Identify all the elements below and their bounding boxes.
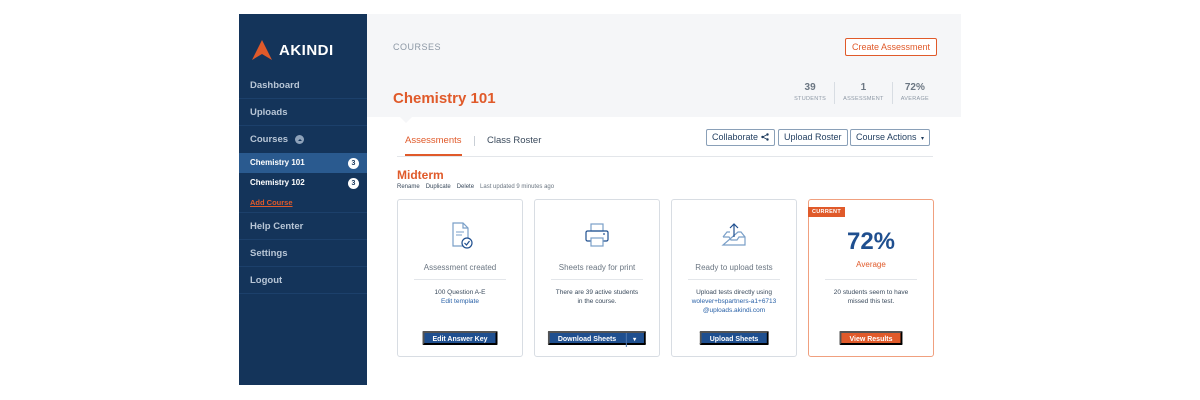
assessment-title: Midterm — [397, 168, 444, 182]
card-line: in the course. — [577, 298, 617, 305]
assessment-links: Rename Duplicate Delete Last updated 9 m… — [397, 184, 554, 190]
sidebar: AKINDI Dashboard Uploads Courses Chemist… — [239, 14, 367, 385]
card-text: 20 students seem to have missed this tes… — [817, 288, 925, 306]
sidebar-item-logout[interactable]: Logout — [239, 267, 367, 294]
duplicate-link[interactable]: Duplicate — [426, 184, 451, 190]
create-assessment-button[interactable]: Create Assessment — [844, 38, 937, 56]
header-notch — [400, 117, 412, 123]
sidebar-courses-label: Courses — [250, 134, 289, 145]
collaborate-label: Collaborate — [712, 132, 759, 142]
chevron-up-icon[interactable] — [295, 135, 305, 144]
tab-assessments[interactable]: Assessments — [405, 135, 462, 156]
sidebar-item-settings[interactable]: Settings — [239, 240, 367, 267]
stat-value: 1 — [860, 82, 867, 93]
card-title: Ready to upload tests — [695, 263, 773, 272]
stat-assessment: 1 ASSESSMENT — [834, 82, 892, 104]
tab-separator — [474, 136, 475, 146]
card-text: There are 39 active students in the cour… — [543, 288, 651, 306]
course-header: COURSES Create Assessment Chemistry 101 … — [367, 14, 961, 123]
printer-icon — [585, 223, 609, 247]
rename-link[interactable]: Rename — [397, 184, 420, 190]
average-percent: 72% — [846, 228, 896, 255]
course-label: Chemistry 102 — [250, 178, 305, 187]
collaborate-button[interactable]: Collaborate — [706, 129, 775, 146]
sidebar-course-chemistry-101[interactable]: Chemistry 101 3 — [239, 153, 367, 173]
breadcrumb[interactable]: COURSES — [393, 42, 441, 52]
tab-class-roster[interactable]: Class Roster — [487, 135, 541, 146]
course-actions-button[interactable]: Course Actions ▾ — [850, 129, 931, 146]
akindi-logo-icon — [252, 40, 272, 60]
course-count-badge: 3 — [348, 177, 359, 189]
course-count-badge: 3 — [348, 157, 359, 169]
download-sheets-label: Download Sheets — [557, 336, 617, 343]
card-line: missed this test. — [847, 298, 895, 305]
card-line: Upload tests directly using — [696, 289, 772, 296]
download-sheets-button[interactable]: Download Sheets ▾ — [547, 331, 647, 347]
last-updated-text: Last updated 9 minutes ago — [480, 184, 555, 190]
stat-label: AVERAGE — [900, 96, 929, 102]
sidebar-item-courses[interactable]: Courses — [239, 126, 367, 153]
stat-label: STUDENTS — [794, 96, 827, 102]
tabs-row: Assessments Class Roster Collaborate Upl… — [397, 127, 933, 157]
app-window: AKINDI Dashboard Uploads Courses Chemist… — [239, 14, 961, 385]
upload-email-domain[interactable]: @uploads.akindi.com — [680, 306, 788, 315]
card-line: 100 Question A-E — [434, 289, 486, 296]
delete-link[interactable]: Delete — [457, 184, 474, 190]
course-actions-label: Course Actions — [856, 132, 917, 142]
brand-name: AKINDI — [279, 41, 334, 59]
stat-average: 72% AVERAGE — [891, 82, 937, 104]
step-card-sheets-ready: Sheets ready for print There are 39 acti… — [534, 199, 660, 357]
course-label: Chemistry 101 — [250, 158, 305, 167]
main-content: COURSES Create Assessment Chemistry 101 … — [367, 14, 961, 385]
sidebar-course-chemistry-102[interactable]: Chemistry 102 3 — [239, 173, 367, 193]
upload-sheets-button[interactable]: Upload Sheets — [699, 331, 769, 345]
card-line: 20 students seem to have — [833, 289, 909, 296]
view-results-button[interactable]: View Results — [839, 331, 903, 345]
step-card-assessment-created: Assessment created 100 Question A-E Edit… — [397, 199, 523, 357]
card-title: Sheets ready for print — [558, 263, 636, 272]
document-check-icon — [452, 222, 473, 249]
share-icon — [760, 133, 769, 141]
stat-value: 39 — [804, 82, 816, 93]
card-divider — [825, 279, 917, 280]
upload-tray-icon — [721, 223, 746, 246]
card-text: Upload tests directly using wolever+bspa… — [680, 288, 788, 315]
edit-template-link[interactable]: Edit template — [406, 297, 514, 306]
current-badge: CURRENT — [808, 207, 845, 217]
card-divider — [688, 279, 780, 280]
card-line: There are 39 active students — [555, 289, 639, 296]
assessment-steps: Assessment created 100 Question A-E Edit… — [397, 199, 934, 357]
course-stats: 39 STUDENTS 1 ASSESSMENT 72% AVERAGE — [786, 82, 937, 104]
logo[interactable]: AKINDI — [239, 14, 367, 72]
step-card-upload-tests: Ready to upload tests Upload tests direc… — [671, 199, 797, 357]
stat-label: ASSESSMENT — [843, 96, 884, 102]
card-divider — [551, 279, 643, 280]
add-course-link[interactable]: Add Course — [239, 193, 367, 213]
upload-roster-button[interactable]: Upload Roster — [778, 129, 848, 146]
sidebar-item-uploads[interactable]: Uploads — [239, 99, 367, 126]
caret-down-icon: ▾ — [921, 136, 925, 142]
card-title: Assessment created — [423, 263, 497, 272]
sidebar-item-dashboard[interactable]: Dashboard — [239, 72, 367, 99]
step-card-results: CURRENT 72% Average 20 students seem to … — [808, 199, 934, 357]
edit-answer-key-button[interactable]: Edit Answer Key — [422, 331, 498, 345]
upload-email-link[interactable]: wolever+bspartners-a1+6713 — [680, 297, 788, 306]
card-divider — [414, 279, 506, 280]
caret-down-icon[interactable]: ▾ — [626, 333, 636, 347]
stat-value: 72% — [904, 82, 925, 93]
sidebar-item-help-center[interactable]: Help Center — [239, 213, 367, 240]
average-label: Average — [856, 260, 886, 269]
page-title: Chemistry 101 — [393, 90, 496, 107]
card-text: 100 Question A-E Edit template — [406, 288, 514, 306]
stat-students: 39 STUDENTS — [786, 82, 834, 104]
